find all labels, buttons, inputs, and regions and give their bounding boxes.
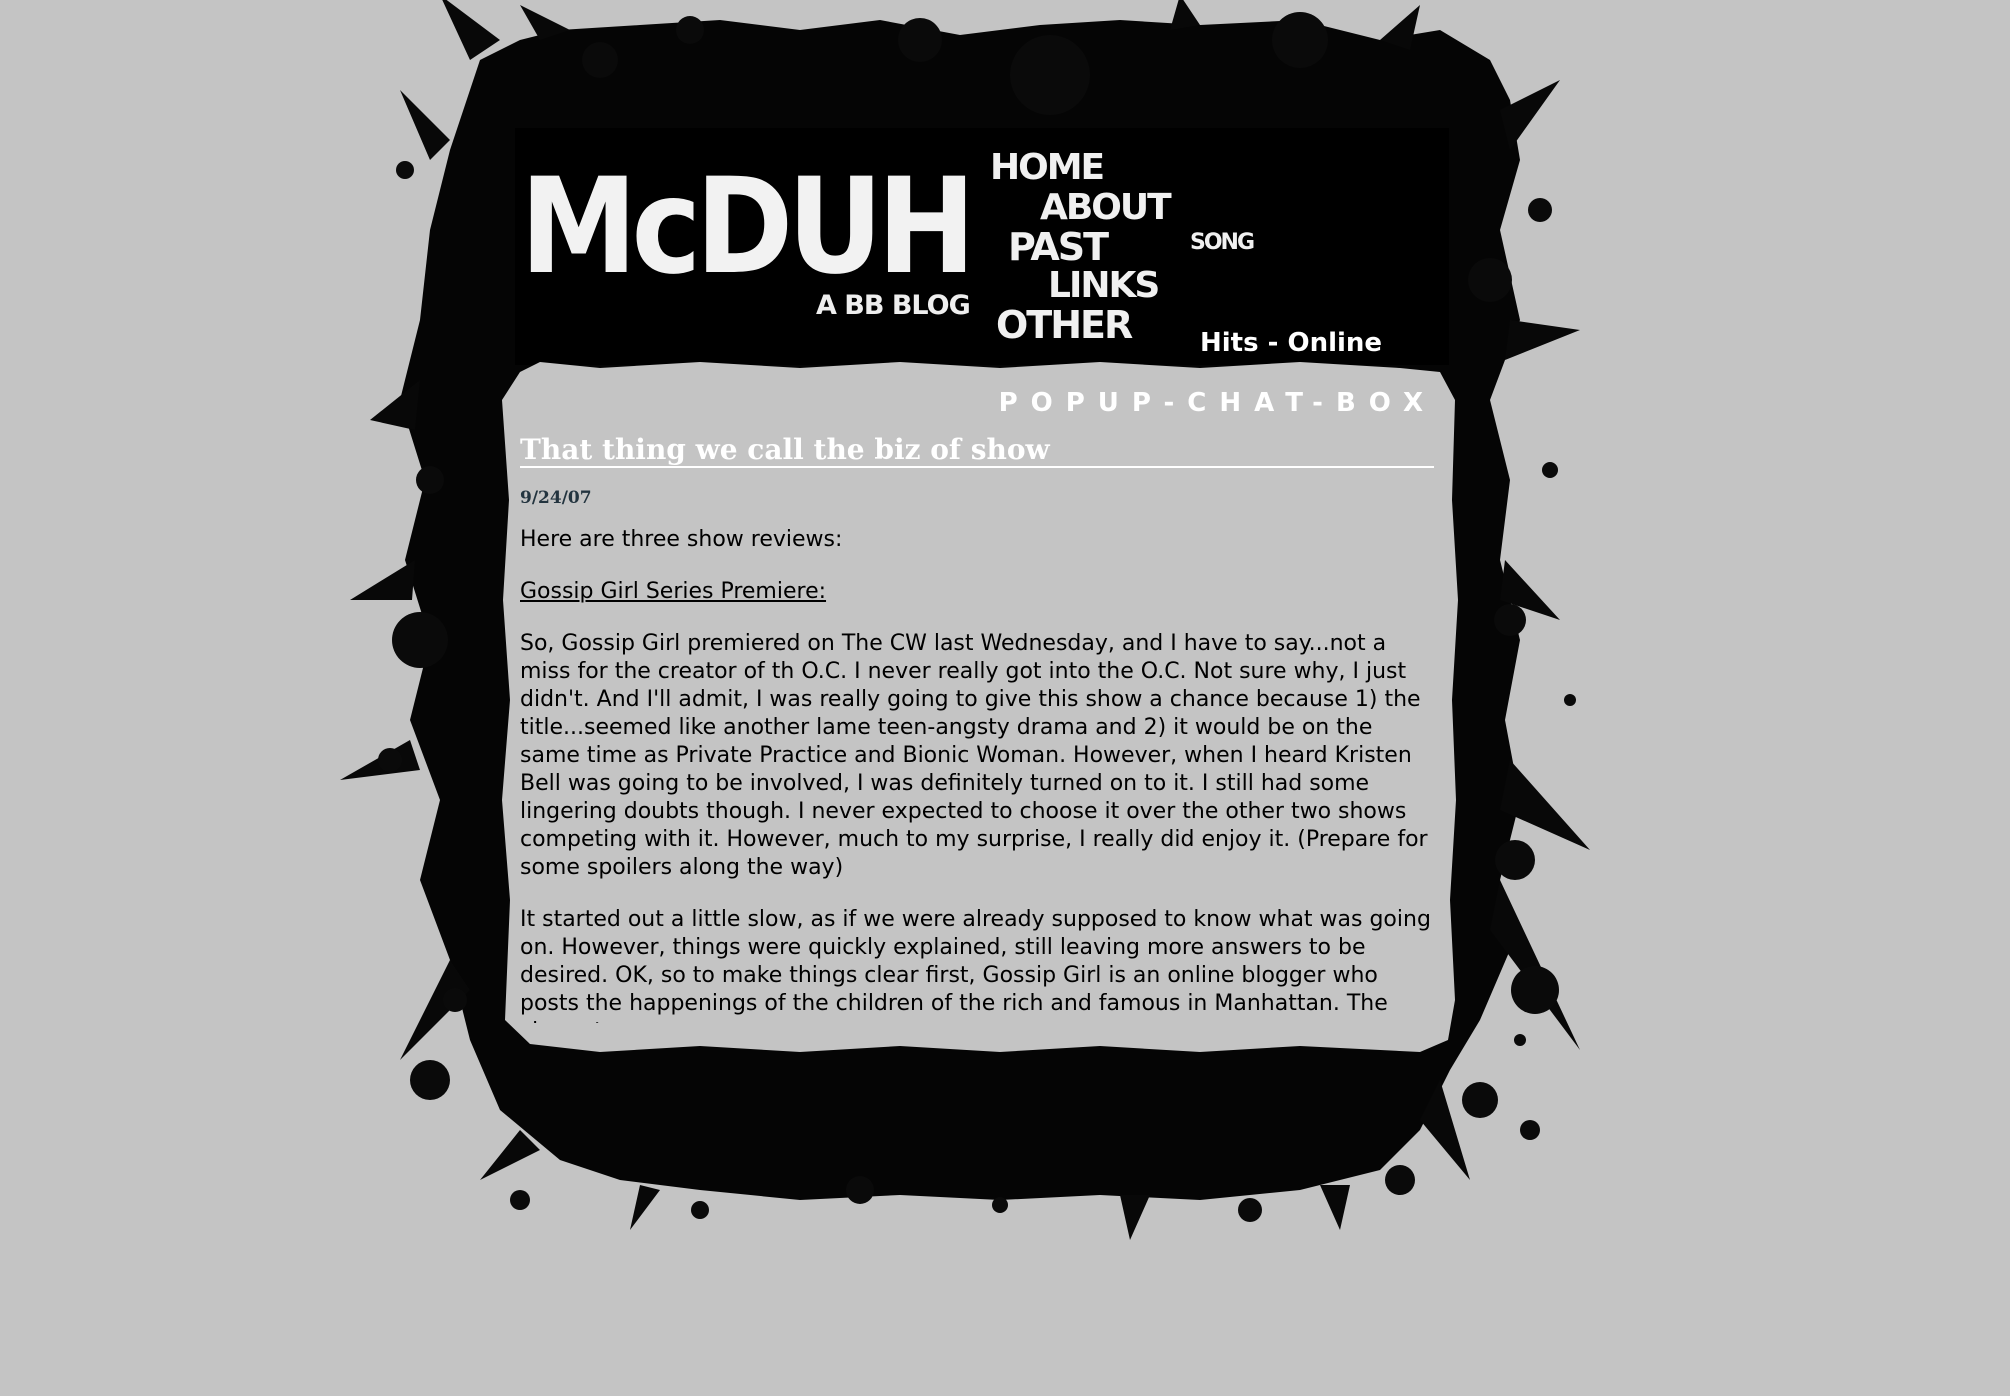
nav-about-link[interactable]: ABOUT <box>1040 190 1172 226</box>
nav-song-link[interactable]: SONG <box>1190 232 1255 254</box>
hits-counter: Hits - Online <box>1200 328 1383 358</box>
post-date: 9/24/07 <box>520 488 592 508</box>
nav-links-link[interactable]: LINKS <box>1048 268 1160 304</box>
popup-chat-box-link[interactable]: POPUP-CHAT-BOX <box>999 388 1436 418</box>
post-content-scroll-area[interactable]: That thing we call the biz of show 9/24/… <box>520 433 1434 1023</box>
nav-other-link[interactable]: OTHER <box>996 306 1133 344</box>
site-logo[interactable]: McDUH <box>520 160 976 292</box>
nav-home-link[interactable]: HOME <box>990 150 1105 186</box>
site-tagline: A BB BLOG <box>816 290 971 321</box>
post-paragraph: It started out a little slow, as if we w… <box>520 907 1431 1023</box>
section-heading-link[interactable]: Gossip Girl Series Premiere: <box>520 579 826 604</box>
post-intro: Here are three show reviews: <box>520 527 843 552</box>
post-title: That thing we call the biz of show <box>520 433 1434 468</box>
nav-past-link[interactable]: PAST <box>1008 228 1109 266</box>
post-paragraph: So, Gossip Girl premiered on The CW last… <box>520 631 1428 880</box>
